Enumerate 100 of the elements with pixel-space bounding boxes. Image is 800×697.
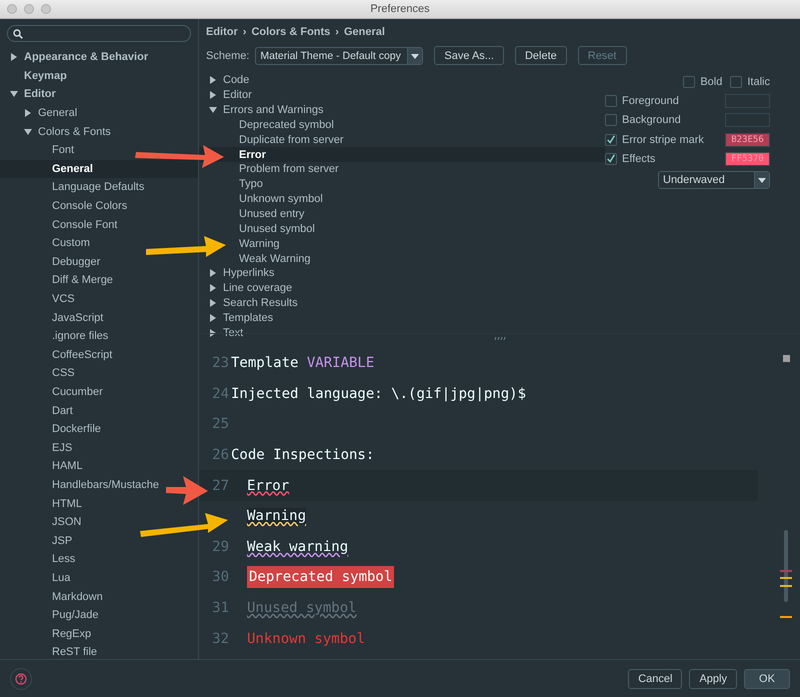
breadcrumb-separator: › xyxy=(335,26,339,39)
dialog-button[interactable]: OK xyxy=(744,668,790,688)
settings-item[interactable]: JSON xyxy=(0,512,84,532)
tree-item[interactable]: Hyperlinks xyxy=(199,266,605,281)
breadcrumb-item: Colors & Fonts xyxy=(251,26,330,39)
tree-item[interactable]: Unknown symbol xyxy=(199,192,605,207)
scheme-label: Scheme: xyxy=(206,50,250,62)
settings-item[interactable]: Language Defaults xyxy=(0,178,146,197)
expanded-icon[interactable] xyxy=(24,128,32,136)
tree-item[interactable]: Problem from server xyxy=(199,162,605,177)
settings-item[interactable]: RegExp xyxy=(0,624,94,643)
settings-item[interactable]: Dart xyxy=(0,401,75,420)
checkbox[interactable] xyxy=(683,76,696,88)
scheme-button[interactable]: Delete xyxy=(514,46,567,65)
scrollbar[interactable] xyxy=(784,530,788,602)
attribute-checkbox[interactable]: Error stripe mark xyxy=(605,134,704,146)
tree-item[interactable]: Editor xyxy=(199,88,605,103)
settings-item[interactable]: Console Colors xyxy=(0,196,130,216)
settings-item[interactable]: Custom xyxy=(0,234,92,253)
tree-item[interactable]: Search Results xyxy=(199,296,605,310)
settings-item[interactable]: Diff & Merge xyxy=(0,271,115,290)
checkbox[interactable] xyxy=(605,153,617,166)
checkbox[interactable] xyxy=(605,114,617,126)
tree-item[interactable]: Templates xyxy=(199,310,605,326)
settings-item[interactable]: Debugger xyxy=(0,252,102,272)
checkbox[interactable] xyxy=(605,134,617,146)
style-checkbox[interactable]: Bold xyxy=(683,76,722,88)
attribute-checkbox[interactable]: Background xyxy=(605,114,681,126)
tree-item[interactable]: Warning xyxy=(199,236,605,252)
help-icon xyxy=(15,672,27,684)
scheme-dropdown[interactable]: Material Theme - Default copy xyxy=(255,46,424,64)
tree-item[interactable]: Line coverage xyxy=(199,280,605,296)
splitter-handle-icon[interactable] xyxy=(494,336,506,340)
settings-item[interactable]: Cucumber xyxy=(0,382,105,402)
tree-item[interactable]: Code xyxy=(199,73,605,88)
settings-item[interactable]: Keymap xyxy=(0,66,69,86)
scheme-button[interactable]: Save As... xyxy=(434,46,504,65)
attribute-checkbox[interactable]: Foreground xyxy=(605,94,679,107)
settings-item[interactable]: VCS xyxy=(0,290,77,308)
checkbox[interactable] xyxy=(605,94,617,107)
collapsed-icon[interactable] xyxy=(209,269,217,278)
dialog-button[interactable]: Apply xyxy=(689,668,737,688)
expanded-icon[interactable] xyxy=(209,106,217,114)
collapsed-icon[interactable] xyxy=(209,284,217,292)
line-number: 30 xyxy=(211,569,230,586)
collapsed-icon[interactable] xyxy=(209,91,217,100)
tree-item[interactable]: Error xyxy=(199,147,605,162)
dialog-button[interactable]: Cancel xyxy=(628,668,682,688)
code-text: Injected language: xyxy=(231,386,384,402)
tree-item[interactable]: Weak Warning xyxy=(199,251,605,266)
code-text: Error xyxy=(247,478,290,494)
line-number: 31 xyxy=(211,600,230,616)
settings-item[interactable]: CoffeeScript xyxy=(0,346,114,364)
line-number: 32 xyxy=(211,630,230,647)
collapsed-icon[interactable] xyxy=(24,109,32,118)
settings-item[interactable]: Pug/Jade xyxy=(0,606,100,624)
settings-item[interactable]: General xyxy=(0,160,198,178)
tree-item[interactable]: Unused symbol xyxy=(199,221,605,236)
settings-item[interactable]: General xyxy=(0,104,80,122)
settings-item[interactable]: EJS xyxy=(0,438,74,458)
search-field[interactable] xyxy=(7,25,191,42)
settings-item[interactable]: Colors & Fonts xyxy=(0,122,113,141)
settings-item[interactable]: JavaScript xyxy=(0,308,106,327)
caret-icon xyxy=(407,48,422,64)
settings-item[interactable]: Lua xyxy=(0,568,72,588)
line-number: 24 xyxy=(211,386,230,402)
tree-item[interactable]: Unused entry xyxy=(199,206,605,222)
help-button[interactable] xyxy=(10,668,32,690)
settings-item[interactable]: Dockerfile xyxy=(0,420,103,438)
breadcrumb-separator: › xyxy=(242,26,246,39)
tree-item[interactable]: Typo xyxy=(199,176,605,192)
collapsed-icon[interactable] xyxy=(209,328,217,337)
expanded-icon[interactable] xyxy=(10,90,18,98)
code-text: Deprecated symbol xyxy=(247,566,394,588)
breadcrumb-item: Editor xyxy=(206,26,238,39)
settings-item[interactable]: Console Font xyxy=(0,215,120,234)
settings-item[interactable]: ReST file xyxy=(0,643,100,659)
settings-item[interactable]: HTML xyxy=(0,494,84,513)
settings-item[interactable]: Handlebars/Mustache xyxy=(0,476,162,494)
settings-item[interactable]: Markdown xyxy=(0,587,105,606)
settings-item[interactable]: Appearance & Behavior xyxy=(0,48,150,67)
settings-item[interactable]: Less xyxy=(0,550,78,569)
collapsed-icon[interactable] xyxy=(209,76,217,84)
collapsed-icon[interactable] xyxy=(209,314,217,322)
settings-item[interactable]: CSS xyxy=(0,364,77,383)
collapsed-icon[interactable] xyxy=(209,299,217,308)
checkbox[interactable] xyxy=(730,76,742,88)
collapsed-icon[interactable] xyxy=(10,53,18,62)
tree-item[interactable]: Deprecated symbol xyxy=(199,118,605,132)
tree-item[interactable]: Duplicate from server xyxy=(199,132,605,148)
settings-item[interactable]: Font xyxy=(0,140,76,160)
settings-item[interactable]: .ignore files xyxy=(0,326,110,346)
line-number: 23 xyxy=(211,355,230,372)
settings-item[interactable]: JSP xyxy=(0,531,74,550)
effect-dropdown[interactable]: Underwaved xyxy=(658,171,770,189)
attribute-checkbox[interactable]: Effects xyxy=(605,153,656,166)
style-checkbox[interactable]: Italic xyxy=(730,76,770,88)
settings-item[interactable]: HAML xyxy=(0,457,85,476)
tree-item[interactable]: Errors and Warnings xyxy=(199,102,605,118)
settings-item[interactable]: Editor xyxy=(0,85,58,104)
